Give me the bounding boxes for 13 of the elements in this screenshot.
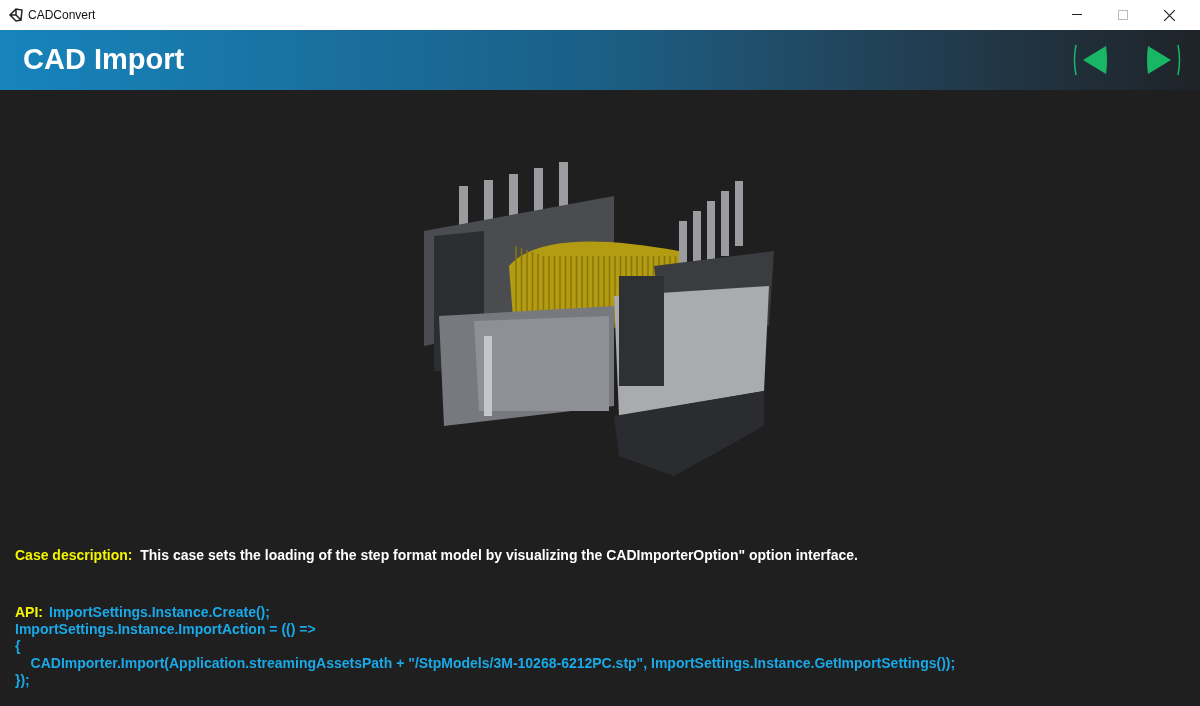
close-icon [1163,9,1175,21]
code-line: { [15,638,21,654]
code-line: CADImporter.Import(Application.streamingAssetsPath + "/StpModels/3M-10268-6212PC.stp", ImportSettings.Instance.GetImportSettings()); [29,655,956,671]
minimize-icon [1072,14,1082,16]
code-line: }); [15,672,30,688]
window-title: CADConvert [28,7,96,24]
api-label: API: [15,604,43,620]
case-description: Case description: This case sets the loading of the step format model by visualizing the CADImporterOption" option interface. [15,546,859,565]
app-logo-icon [8,7,24,23]
code-line: ImportSettings.Instance.ImportAction = (() => [15,621,316,637]
maximize-icon [1118,10,1128,20]
page-title: CAD Import [23,42,185,78]
code-line: ImportSettings.Instance.Create(); [49,604,270,620]
